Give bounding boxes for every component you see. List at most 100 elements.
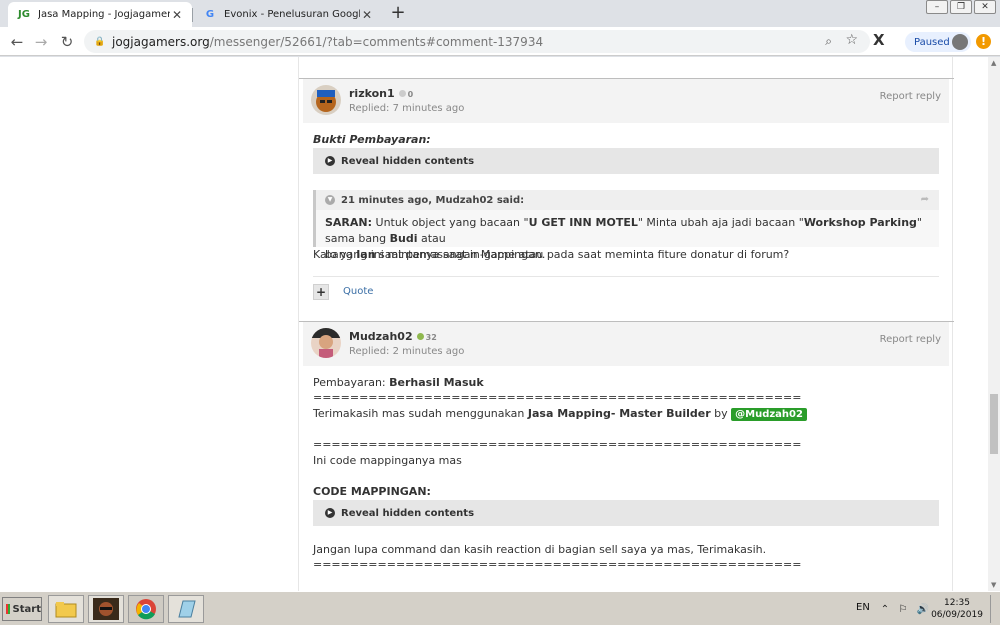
by-text: by xyxy=(710,407,732,420)
window-controls: – ❐ ✕ xyxy=(924,0,996,16)
jogjagamers-favicon-icon: JG xyxy=(18,9,30,20)
multiquote-add-button[interactable]: + xyxy=(313,284,329,300)
new-tab-button[interactable]: + xyxy=(388,3,408,23)
share-icon[interactable]: ➦ xyxy=(921,194,929,205)
user-mention-link[interactable]: @Mudzah02 xyxy=(731,408,807,421)
close-tab-icon[interactable]: ✕ xyxy=(360,8,374,22)
profile-avatar xyxy=(952,34,968,50)
payment-line: Pembayaran: Berhasil Masuk xyxy=(313,376,484,389)
start-label: Start xyxy=(12,603,41,615)
taskbar: Start EN ⌃ ⚐ 🔊 12:35 06/09/2019 xyxy=(0,591,1000,625)
chevron-right-icon: ▶ xyxy=(325,508,335,518)
quote-bold: Workshop Parking xyxy=(803,216,917,229)
address-bar[interactable]: 🔒 jogjagamers.org/messenger/52661/?tab=c… xyxy=(84,30,870,53)
restore-icon[interactable]: ❐ xyxy=(950,0,972,14)
zoom-icon[interactable]: ⌕ xyxy=(825,34,832,49)
file-explorer-icon[interactable] xyxy=(48,595,84,623)
extension-x-icon[interactable]: X xyxy=(873,31,885,49)
back-arrow-icon[interactable]: ← xyxy=(6,31,28,53)
reputation-dot-icon xyxy=(416,333,424,340)
profile-status-label: Paused xyxy=(914,36,950,48)
reputation-count: 32 xyxy=(425,333,437,342)
avatar[interactable] xyxy=(311,328,341,358)
comments-column: rizkon1 0 Replied: 7 minutes ago Report r… xyxy=(298,57,954,591)
quote-bold: Budi xyxy=(389,232,418,245)
avatar-image xyxy=(316,90,336,112)
scroll-up-icon[interactable]: ▲ xyxy=(991,59,996,67)
quote-header-text: 21 minutes ago, Mudzah02 said: xyxy=(341,194,525,206)
saran-label: SARAN: xyxy=(325,216,373,229)
show-desktop-button[interactable] xyxy=(990,595,998,623)
closing-text: Jangan lupa command dan kasih reaction d… xyxy=(313,543,767,556)
chevron-right-icon: ▶ xyxy=(325,156,335,166)
reveal-hidden-contents-button[interactable]: ▶ Reveal hidden contents xyxy=(313,500,939,526)
folder-icon xyxy=(55,602,77,618)
scroll-down-icon[interactable]: ▼ xyxy=(991,581,996,589)
divider-text: ========================================… xyxy=(313,558,802,571)
quote-button[interactable]: Quote xyxy=(343,286,373,297)
comment-author[interactable]: Mudzah02 32 xyxy=(349,330,437,343)
flag-icon[interactable]: ⚐ xyxy=(898,604,907,615)
speaker-icon[interactable]: 🔊 xyxy=(917,604,929,615)
start-button[interactable]: Start xyxy=(2,597,42,621)
scrollbar-thumb[interactable] xyxy=(990,394,998,454)
tab-strip: JG Jasa Mapping - Jogjagamers Comm ✕ G E… xyxy=(0,0,1000,27)
proof-label: Bukti Pembayaran: xyxy=(313,133,431,146)
comment-header-rizkon1: rizkon1 0 Replied: 7 minutes ago Report r… xyxy=(303,79,949,123)
code-label: CODE MAPPINGAN: xyxy=(313,485,431,498)
comment-author[interactable]: rizkon1 0 xyxy=(349,87,413,100)
notepad-app-icon[interactable] xyxy=(168,595,204,623)
quote-text: atau xyxy=(417,232,446,245)
tab-google-search[interactable]: G Evonix - Penelusuran Google ✕ xyxy=(194,2,382,27)
clock-time: 12:35 xyxy=(944,598,970,608)
quote-toggle-icon[interactable]: ▼ xyxy=(325,195,335,205)
reveal-hidden-contents-button[interactable]: ▶ Reveal hidden contents xyxy=(313,148,939,174)
url-text: jogjagamers.org/messenger/52661/?tab=com… xyxy=(112,34,544,49)
payment-label: Pembayaran: xyxy=(313,376,390,389)
replied-time: Replied: 2 minutes ago xyxy=(349,346,465,357)
quote-text: " Minta ubah aja jadi bacaan " xyxy=(637,216,804,229)
reputation-dot-icon xyxy=(398,90,406,97)
minimize-icon[interactable]: – xyxy=(926,0,948,14)
author-name: rizkon1 xyxy=(349,87,395,100)
author-name: Mudzah02 xyxy=(349,330,413,343)
reputation-count: 0 xyxy=(407,90,414,99)
tab-title: Jasa Mapping - Jogjagamers Comm xyxy=(38,9,170,20)
menu-warning-icon[interactable]: ! xyxy=(976,34,991,49)
avatar-image xyxy=(311,328,341,358)
bookmark-star-icon[interactable]: ☆ xyxy=(845,32,858,48)
payment-status: Berhasil Masuk xyxy=(389,376,484,389)
system-clock[interactable]: 12:35 06/09/2019 xyxy=(930,597,984,621)
tab-jasa-mapping[interactable]: JG Jasa Mapping - Jogjagamers Comm ✕ xyxy=(8,2,192,27)
lock-icon: 🔒 xyxy=(94,36,106,47)
game-app-icon[interactable] xyxy=(88,595,124,623)
page-viewport: rizkon1 0 Replied: 7 minutes ago Report r… xyxy=(0,57,988,591)
report-reply-link[interactable]: Report reply xyxy=(880,334,941,345)
chrome-taskbar-icon[interactable] xyxy=(128,595,164,623)
code-intro: Ini code mappinganya mas xyxy=(313,454,462,467)
comment-body: Kalo yang ini mintanya saat in-game atau… xyxy=(313,248,790,261)
reload-icon[interactable]: ↻ xyxy=(56,31,78,53)
language-indicator[interactable]: EN xyxy=(856,602,870,613)
service-name: Jasa Mapping- Master Builder xyxy=(527,407,711,420)
close-window-icon[interactable]: ✕ xyxy=(974,0,996,14)
chrome-icon xyxy=(136,599,156,620)
quote-bold: U GET INN MOTEL xyxy=(528,216,638,229)
system-tray: ⌃ ⚐ 🔊 xyxy=(876,595,934,623)
google-favicon-icon: G xyxy=(205,9,215,20)
quote-text: Untuk object yang bacaan " xyxy=(372,216,529,229)
tab-title: Evonix - Penelusuran Google xyxy=(224,9,360,20)
reveal-label: Reveal hidden contents xyxy=(341,155,475,167)
quote-header: ▼ 21 minutes ago, Mudzah02 said: xyxy=(316,190,939,210)
divider-text: ========================================… xyxy=(313,391,802,404)
quoted-message: ▼ 21 minutes ago, Mudzah02 said: ➦ SARAN… xyxy=(313,190,939,261)
forward-arrow-icon[interactable]: → xyxy=(30,31,52,53)
comment-divider xyxy=(313,276,939,277)
close-tab-icon[interactable]: ✕ xyxy=(170,8,184,22)
reveal-label: Reveal hidden contents xyxy=(341,507,475,519)
vertical-scrollbar[interactable]: ▲ ▼ xyxy=(988,57,1000,591)
report-reply-link[interactable]: Report reply xyxy=(880,91,941,102)
avatar[interactable] xyxy=(311,85,341,115)
chevron-up-icon[interactable]: ⌃ xyxy=(881,604,889,615)
profile-paused-button[interactable]: Paused xyxy=(905,32,971,52)
